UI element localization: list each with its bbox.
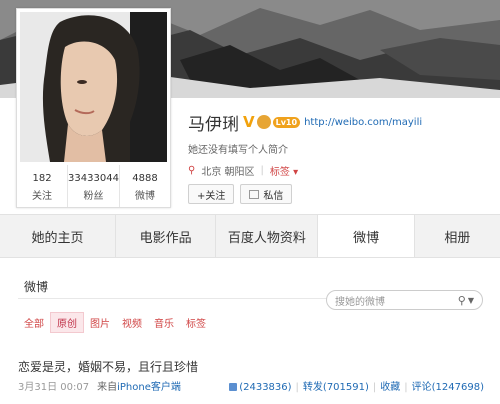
avatar-photo: [20, 12, 167, 162]
tab-homepage[interactable]: 她的主页: [0, 215, 117, 257]
tab-label: 电影作品: [139, 230, 192, 246]
profile-tabs: 她的主页 电影作品 百度人物资料 微博 相册: [0, 214, 500, 258]
name-row: 马伊琍 V Lv10 http://weibo.com/mayili: [188, 110, 422, 135]
filter-all[interactable]: 全部: [24, 315, 44, 330]
post-actions: (2433836) | 转发(701591) | 收藏 | 评论(1247698): [229, 378, 484, 393]
profile-url-link[interactable]: http://weibo.com/mayili: [304, 117, 422, 128]
profile-bio: 她还没有填写个人简介: [188, 145, 288, 156]
search-placeholder: 搜她的微博: [335, 296, 385, 308]
like-count[interactable]: (2433836): [239, 382, 291, 393]
stat-weibo[interactable]: 4888 微博: [118, 165, 170, 207]
tab-label: 她的主页: [31, 230, 84, 246]
stat-label: 粉丝: [83, 191, 104, 202]
location-row: ⚲ 北京 朝阳区 | 标签 ▾: [188, 163, 298, 178]
stat-following[interactable]: 182 关注: [17, 165, 67, 207]
filter-images[interactable]: 图片: [90, 315, 110, 330]
search-icon[interactable]: ⚲: [458, 294, 466, 307]
message-button[interactable]: 私信: [240, 184, 293, 204]
verified-badge-icon[interactable]: V: [243, 113, 255, 131]
thumbs-up-icon[interactable]: [229, 383, 238, 391]
post-text: 恋爱是灵，婚姻不易，且行且珍惜: [18, 360, 199, 374]
tags-label: 标签: [269, 167, 290, 178]
favorite-link[interactable]: 收藏: [380, 382, 400, 393]
avatar-card: 182 关注 33433044 粉丝 4888 微博: [16, 8, 171, 208]
action-buttons: +关注 私信: [188, 184, 293, 204]
message-icon: [249, 189, 260, 199]
post-meta: 3月31日 00:07 来自 iPhone客户端 (2433836) | 转发(70…: [18, 378, 484, 393]
weibo-search-input[interactable]: 搜她的微博 ⚲ ▼: [326, 290, 483, 310]
avatar[interactable]: [20, 12, 167, 162]
tab-weibo[interactable]: 微博: [318, 215, 415, 257]
tab-album[interactable]: 相册: [415, 215, 500, 257]
message-label: 私信: [263, 190, 284, 202]
filter-music[interactable]: 音乐: [154, 315, 174, 330]
chevron-down-icon[interactable]: ▼: [468, 296, 474, 305]
repost-link[interactable]: 转发(701591): [303, 382, 369, 393]
tab-label: 微博: [353, 230, 380, 246]
post-source-prefix: 来自: [97, 382, 118, 393]
tags-dropdown[interactable]: 标签 ▾: [270, 163, 298, 178]
post-time[interactable]: 3月31日 00:07: [18, 378, 89, 393]
filter-tags[interactable]: 标签: [186, 315, 206, 330]
weibo-section: 微博 搜她的微博 ⚲ ▼ 全部 原创 图片 视频 音乐 标签 恋爱是灵，婚姻不易…: [0, 258, 500, 404]
section-title: 微博: [24, 280, 49, 294]
stat-label: 微博: [134, 191, 155, 202]
stat-value: 33433044: [68, 173, 119, 184]
medal-icon[interactable]: [256, 115, 271, 129]
tab-label: 百度人物资料: [227, 230, 306, 246]
stat-label: 关注: [32, 191, 53, 202]
filter-videos[interactable]: 视频: [122, 315, 142, 330]
comment-link[interactable]: 评论(1247698): [412, 382, 484, 393]
tab-baidu-profile[interactable]: 百度人物资料: [216, 215, 319, 257]
level-badge[interactable]: Lv10: [272, 116, 301, 128]
profile-stats: 182 关注 33433044 粉丝 4888 微博: [17, 165, 170, 207]
stat-value: 182: [32, 173, 52, 184]
location-text: 北京 朝阳区: [201, 167, 255, 178]
stat-value: 4888: [132, 173, 158, 184]
post-source-link[interactable]: iPhone客户端: [117, 378, 181, 393]
tab-movies[interactable]: 电影作品: [116, 215, 217, 257]
tab-label: 相册: [444, 230, 471, 246]
follow-button[interactable]: +关注: [188, 184, 235, 204]
divider: |: [260, 165, 264, 176]
follow-label: +关注: [197, 190, 226, 202]
weibo-filters: 全部 原创 图片 视频 音乐 标签: [24, 312, 218, 333]
profile-name: 马伊琍: [188, 114, 239, 135]
stat-fans[interactable]: 33433044 粉丝: [67, 165, 119, 207]
filter-original[interactable]: 原创: [50, 312, 84, 333]
location-pin-icon: ⚲: [188, 165, 196, 176]
